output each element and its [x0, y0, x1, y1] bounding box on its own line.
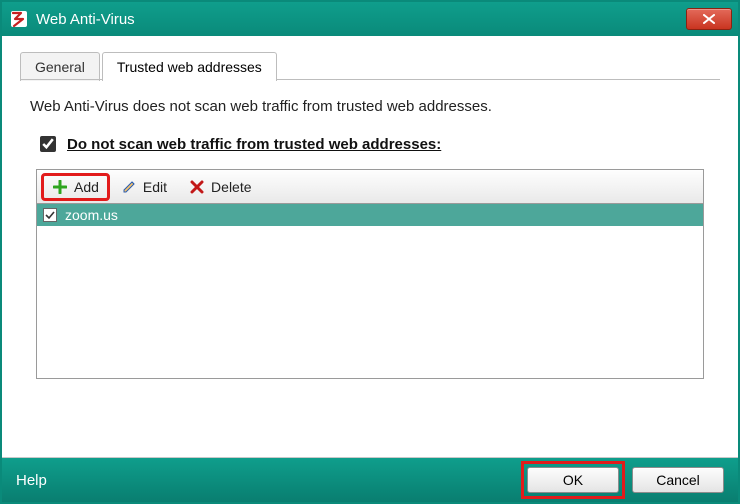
tab-trusted-label: Trusted web addresses: [117, 59, 262, 75]
description-text: Web Anti-Virus does not scan web traffic…: [30, 98, 710, 115]
trusted-list-container: Add Edit: [36, 169, 704, 379]
list-item[interactable]: zoom.us: [37, 204, 703, 226]
tab-body: Web Anti-Virus does not scan web traffic…: [20, 80, 720, 379]
close-icon: [703, 11, 715, 28]
pencil-icon: [121, 179, 137, 195]
client-area: General Trusted web addresses Web Anti-V…: [2, 36, 738, 458]
footer-bar: Help OK Cancel: [2, 458, 738, 502]
do-not-scan-row: Do not scan web traffic from trusted web…: [36, 133, 710, 155]
ok-button[interactable]: OK: [527, 467, 619, 493]
add-button-label: Add: [74, 179, 99, 195]
help-link[interactable]: Help: [16, 472, 514, 489]
web-antivirus-window: Web Anti-Virus General Trusted web addre…: [0, 0, 740, 504]
list-toolbar: Add Edit: [37, 170, 703, 204]
do-not-scan-checkbox[interactable]: [40, 136, 56, 152]
do-not-scan-label[interactable]: Do not scan web traffic from trusted web…: [67, 136, 441, 153]
delete-x-icon: [189, 179, 205, 195]
app-icon: [10, 10, 28, 28]
edit-button-label: Edit: [143, 179, 167, 195]
add-button[interactable]: Add: [43, 175, 108, 199]
tab-general-label: General: [35, 59, 85, 75]
tab-trusted-addresses[interactable]: Trusted web addresses: [102, 52, 277, 81]
cancel-button-label: Cancel: [656, 472, 700, 488]
list-item-label: zoom.us: [65, 207, 118, 223]
tab-general[interactable]: General: [20, 52, 100, 81]
titlebar: Web Anti-Virus: [2, 2, 738, 36]
trusted-list[interactable]: zoom.us: [37, 204, 703, 378]
plus-icon: [52, 179, 68, 195]
cancel-button[interactable]: Cancel: [632, 467, 724, 493]
ok-button-label: OK: [563, 472, 583, 488]
tab-strip: General Trusted web addresses: [20, 50, 720, 80]
window-title: Web Anti-Virus: [36, 11, 686, 28]
edit-button[interactable]: Edit: [112, 175, 176, 199]
delete-button[interactable]: Delete: [180, 175, 260, 199]
ok-highlight: OK: [524, 464, 622, 496]
delete-button-label: Delete: [211, 179, 251, 195]
close-button[interactable]: [686, 8, 732, 30]
list-item-checkbox[interactable]: [43, 208, 57, 222]
